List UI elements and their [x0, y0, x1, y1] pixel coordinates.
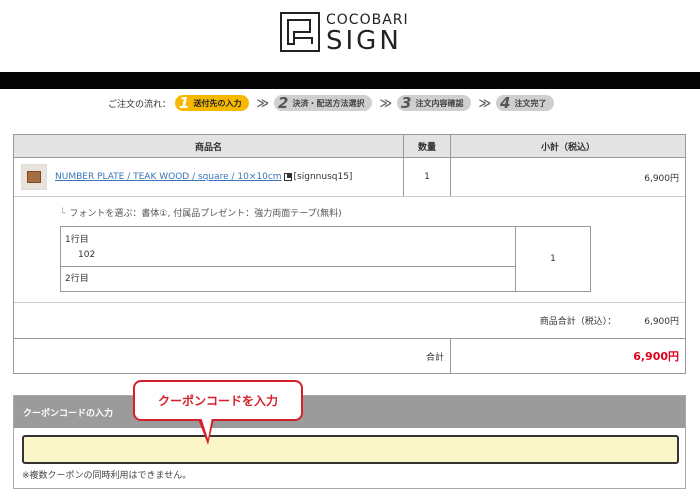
product-quantity: 1	[404, 158, 451, 196]
options-text: フォントを選ぶ：書体①, 付属品プレゼント：強力両面テープ(無料)	[69, 209, 342, 219]
coupon-callout: クーポンコードを入力	[133, 380, 303, 421]
logo-mark-icon	[280, 12, 320, 52]
product-link[interactable]: NUMBER PLATE / TEAK WOOD / square / 10×1…	[55, 172, 282, 182]
step-label: 送付先の入力	[193, 98, 242, 108]
header-quantity: 数量	[404, 135, 451, 157]
product-sku: [signnusq15]	[293, 172, 353, 182]
steps-label: ご注文の流れ：	[108, 99, 172, 110]
subtotal-value: 6,900円	[644, 317, 679, 327]
external-link-icon	[283, 173, 292, 181]
logo-text-bottom: SIGN	[326, 26, 402, 56]
step-label: 決済・配送方法選択	[292, 98, 365, 108]
line-2: 2行目	[61, 267, 515, 291]
engraving-lines: 1行目 102 2行目	[61, 227, 516, 291]
coupon-section: クーポンコードの入力 ※複数クーポンの同時利用はできません。	[13, 395, 686, 489]
step-4: 4 注文完了	[496, 94, 555, 112]
engraving-lines-table: 1行目 102 2行目 1	[60, 226, 591, 292]
lines-quantity: 1	[550, 254, 556, 264]
line-1-label: 1行目	[65, 235, 89, 245]
total-row: 合計 6,900円	[14, 339, 685, 373]
step-3: 3 注文内容確認	[397, 94, 472, 112]
header-bar	[0, 72, 700, 89]
step-2: 2 決済・配送方法選択	[274, 94, 373, 112]
tree-branch-icon: └	[60, 209, 66, 219]
chevron-right-icon: ≫	[256, 96, 270, 110]
header-subtotal: 小計（税込）	[540, 142, 595, 153]
logo[interactable]: COCOBARI SIGN	[280, 10, 420, 56]
product-cell: NUMBER PLATE / TEAK WOOD / square / 10×1…	[14, 158, 404, 196]
wood-plate-icon	[27, 171, 41, 183]
product-price: 6,900円	[644, 173, 679, 184]
table-row: NUMBER PLATE / TEAK WOOD / square / 10×1…	[14, 158, 685, 197]
chevron-right-icon: ≫	[478, 96, 492, 110]
header-product: 商品名	[14, 135, 404, 157]
line-1: 1行目 102	[61, 227, 515, 267]
line-1-value: 102	[78, 250, 96, 260]
step-number: 1	[179, 94, 190, 112]
step-number: 3	[401, 94, 412, 112]
subtotal-label: 商品合計（税込）：	[539, 317, 617, 327]
order-steps: ご注文の流れ： 1 送付先の入力 ≫ 2 決済・配送方法選択 ≫ 3 注文内容確…	[108, 94, 556, 112]
subtotal-row: 商品合計（税込）： 6,900円	[14, 303, 685, 339]
product-options: └ フォントを選ぶ：書体①, 付属品プレゼント：強力両面テープ(無料) 1行目 1…	[14, 197, 685, 303]
line-2-label: 2行目	[65, 274, 89, 284]
cart-table: 商品名 数量 小計（税込） NUMBER PLATE / TEAK WOOD /…	[13, 134, 686, 374]
coupon-note: ※複数クーポンの同時利用はできません。	[22, 471, 192, 481]
coupon-input[interactable]	[22, 435, 679, 464]
step-number: 2	[278, 94, 289, 112]
coupon-title: クーポンコードの入力	[14, 396, 685, 428]
total-label: 合計	[14, 339, 451, 373]
product-thumbnail[interactable]	[21, 164, 47, 190]
step-label: 注文完了	[514, 98, 547, 108]
cart-table-header: 商品名 数量 小計（税込）	[14, 135, 685, 158]
options-line: └ フォントを選ぶ：書体①, 付属品プレゼント：強力両面テープ(無料)	[60, 206, 342, 219]
step-1: 1 送付先の入力	[175, 94, 250, 112]
step-number: 4	[500, 94, 511, 112]
step-label: 注文内容確認	[415, 98, 464, 108]
total-value: 6,900円	[633, 350, 679, 363]
chevron-right-icon: ≫	[379, 96, 393, 110]
